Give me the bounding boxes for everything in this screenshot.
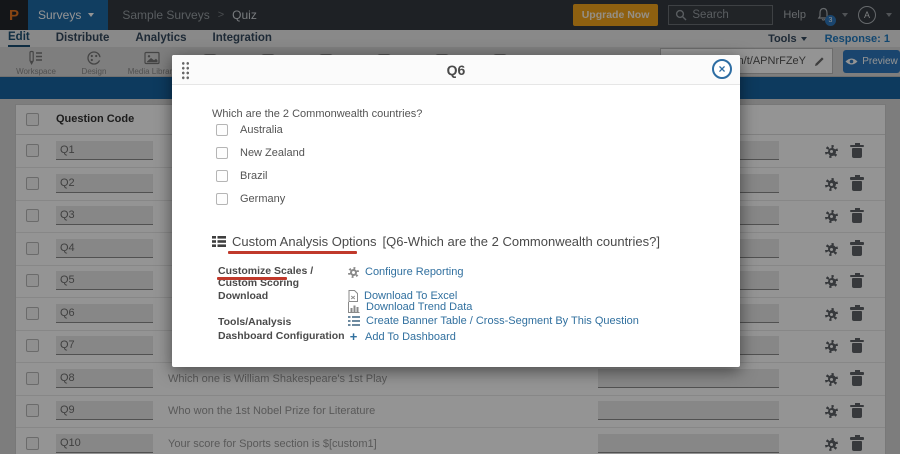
modal-header: Q6 bbox=[172, 55, 740, 85]
custom-analysis-heading-text: Custom Analysis Options bbox=[232, 234, 377, 249]
add-to-dashboard-link[interactable]: Add To Dashboard bbox=[348, 329, 456, 344]
annotation-underline bbox=[228, 251, 357, 254]
option-checkbox[interactable] bbox=[216, 170, 228, 182]
link-label: Add To Dashboard bbox=[365, 331, 456, 343]
cogs-icon bbox=[348, 267, 359, 278]
link-label: Download Trend Data bbox=[366, 301, 472, 313]
custom-analysis-heading-suffix: [Q6-Which are the 2 Commonwealth countri… bbox=[383, 234, 660, 249]
download-trend-data-link[interactable]: Download Trend Data bbox=[348, 301, 472, 313]
create-banner-table-link[interactable]: Create Banner Table / Cross-Segment By T… bbox=[348, 315, 639, 327]
option-label: Australia bbox=[240, 124, 283, 136]
modal-question-text: Which are the 2 Commonwealth countries? bbox=[212, 108, 422, 120]
option-label: New Zealand bbox=[240, 147, 305, 159]
analysis-category-label: Dashboard Configuration bbox=[218, 330, 348, 342]
option-checkbox[interactable] bbox=[216, 124, 228, 136]
link-label: Create Banner Table / Cross-Segment By T… bbox=[366, 315, 639, 327]
modal-title: Q6 bbox=[172, 62, 740, 78]
answer-option: Australia bbox=[216, 123, 283, 137]
analysis-category-label: Tools/Analysis bbox=[218, 316, 348, 328]
configure-reporting-link[interactable]: Configure Reporting bbox=[348, 266, 463, 278]
option-label: Brazil bbox=[240, 170, 268, 182]
answer-option: Brazil bbox=[216, 169, 268, 183]
answer-option: Germany bbox=[216, 192, 285, 206]
bar-chart-icon bbox=[348, 302, 360, 313]
questionpro-app: P Surveys Sample Surveys > Quiz Upgrade … bbox=[0, 0, 900, 454]
answer-option: New Zealand bbox=[216, 146, 305, 160]
custom-analysis-heading: Custom Analysis Options [Q6-Which are th… bbox=[212, 234, 660, 249]
table-list-icon bbox=[212, 235, 226, 248]
option-checkbox[interactable] bbox=[216, 147, 228, 159]
option-checkbox[interactable] bbox=[216, 193, 228, 205]
annotation-underline bbox=[217, 277, 287, 280]
banner-table-icon bbox=[348, 316, 360, 326]
plus-icon bbox=[348, 329, 359, 344]
question-detail-modal: Q6 Which are the 2 Commonwealth countrie… bbox=[172, 55, 740, 367]
option-label: Germany bbox=[240, 193, 285, 205]
link-label: Configure Reporting bbox=[365, 266, 463, 278]
close-icon[interactable] bbox=[712, 59, 732, 79]
analysis-category-label: Download bbox=[218, 290, 348, 302]
